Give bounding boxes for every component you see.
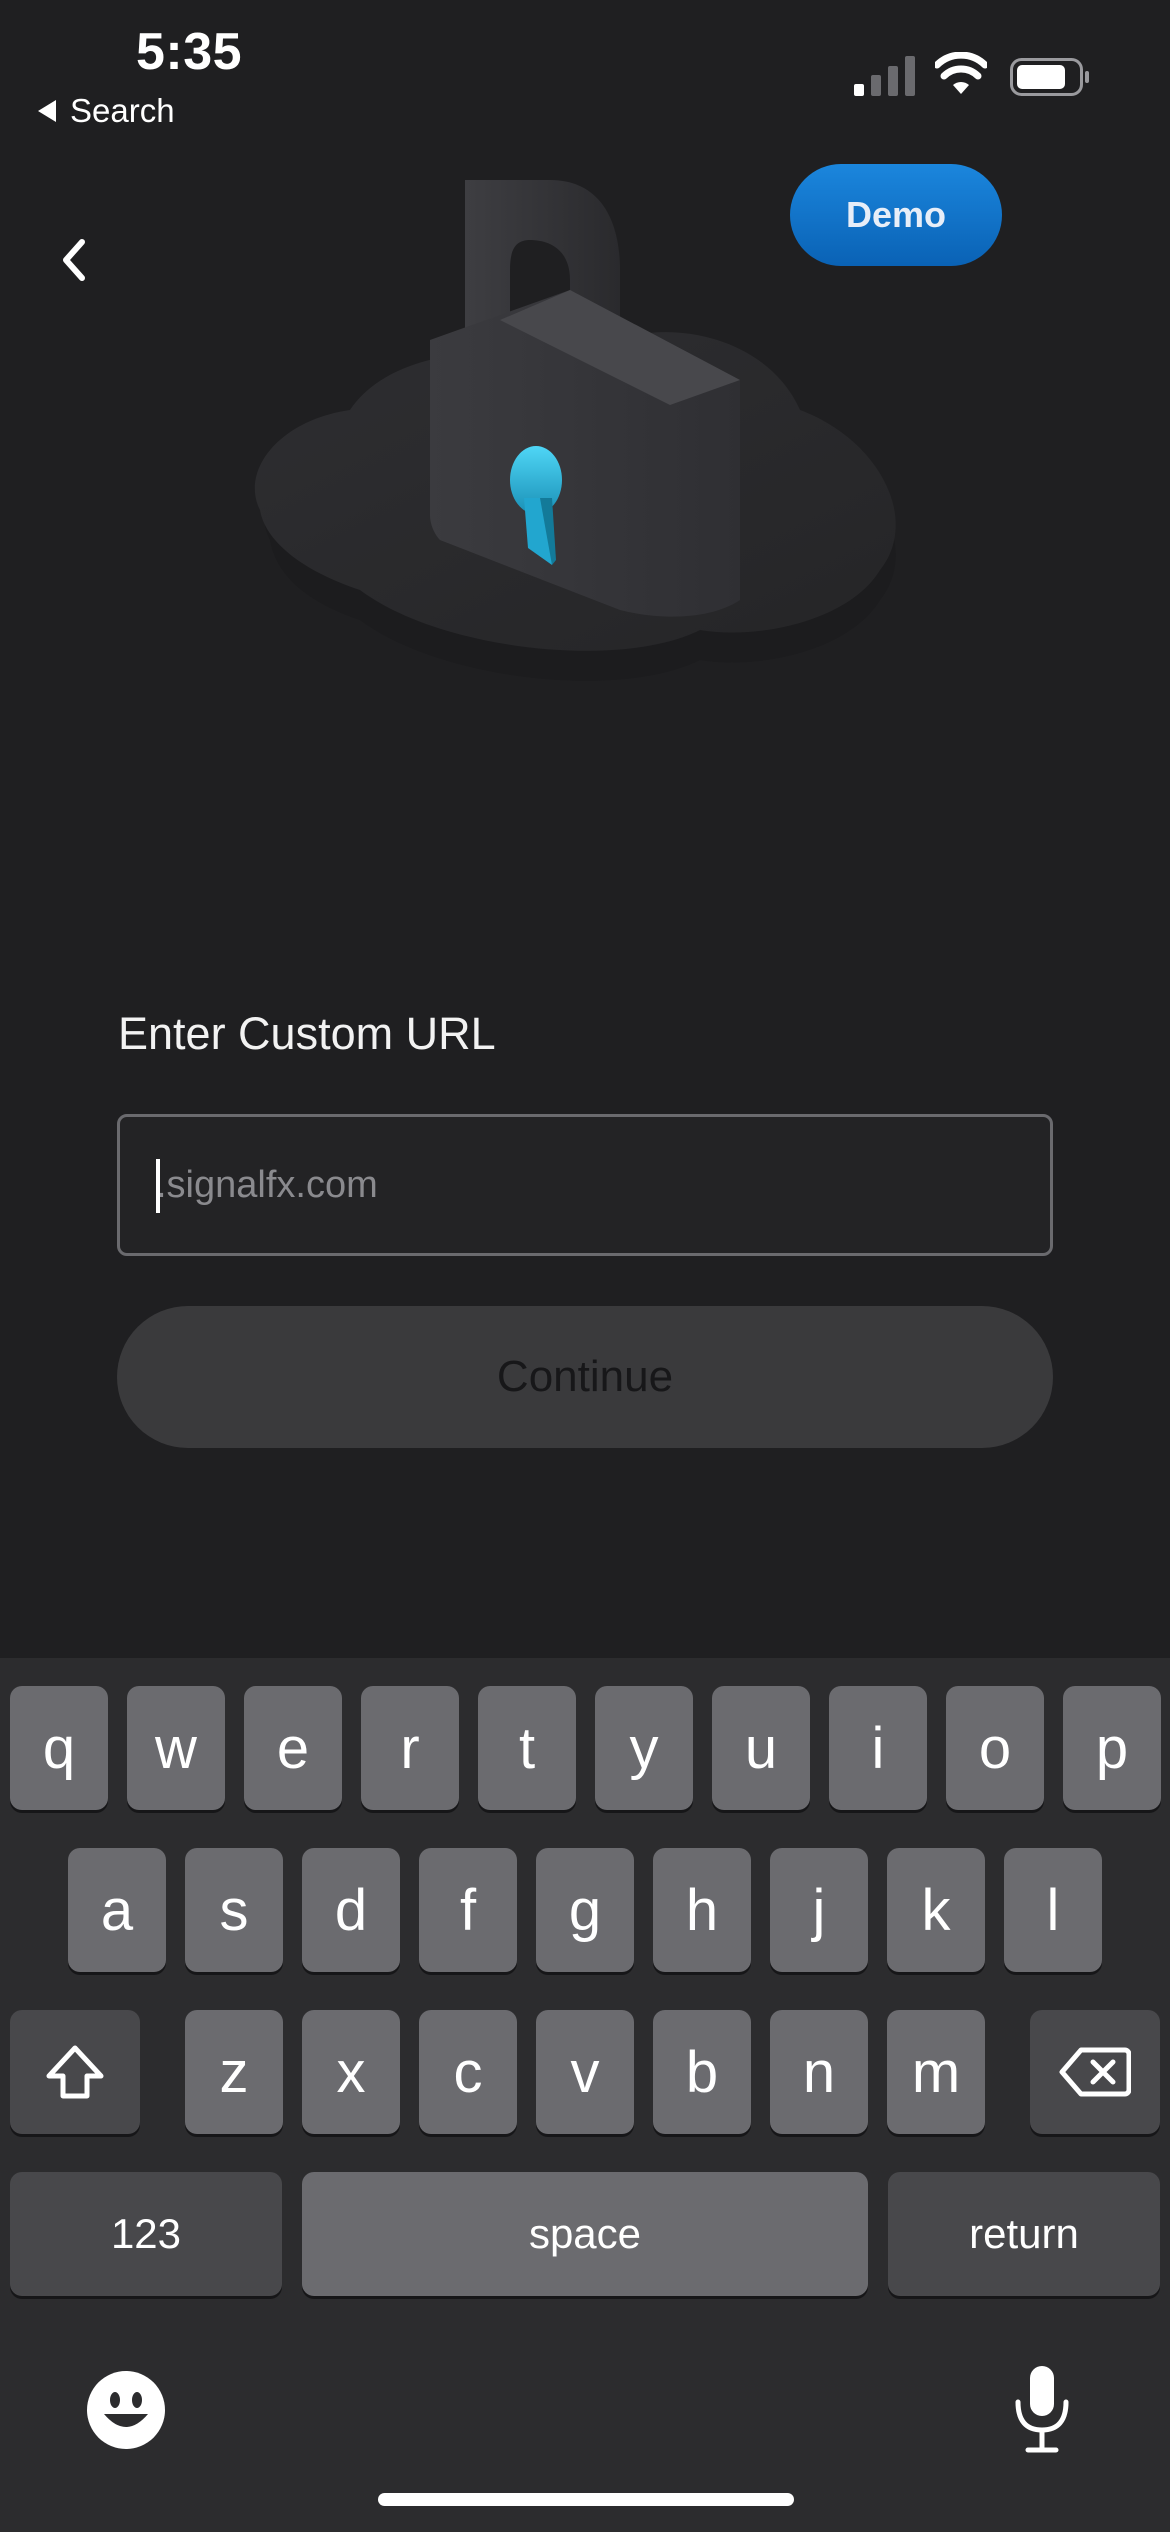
key-u[interactable]: u (712, 1686, 810, 1810)
key-p[interactable]: p (1063, 1686, 1161, 1810)
key-r[interactable]: r (361, 1686, 459, 1810)
key-n[interactable]: n (770, 2010, 868, 2134)
key-q[interactable]: q (10, 1686, 108, 1810)
key-g[interactable]: g (536, 1848, 634, 1972)
numbers-key[interactable]: 123 (10, 2172, 282, 2296)
custom-url-input[interactable] (120, 1117, 1050, 1253)
demo-button[interactable]: Demo (790, 164, 1002, 266)
space-key[interactable]: space (302, 2172, 868, 2296)
back-to-search-link[interactable]: Search (38, 92, 175, 130)
chevron-left-icon[interactable] (52, 232, 96, 288)
battery-icon (1010, 58, 1089, 96)
key-k[interactable]: k (887, 1848, 985, 1972)
padlock-cloud-illustration (254, 180, 896, 681)
back-to-search-label: Search (70, 92, 175, 129)
key-a[interactable]: a (68, 1848, 166, 1972)
home-indicator[interactable] (378, 2493, 794, 2506)
emoji-icon[interactable] (86, 2370, 166, 2450)
shift-icon (46, 2045, 104, 2099)
key-y[interactable]: y (595, 1686, 693, 1810)
key-m[interactable]: m (887, 2010, 985, 2134)
microphone-icon[interactable] (1010, 2364, 1074, 2454)
key-s[interactable]: s (185, 1848, 283, 1972)
key-j[interactable]: j (770, 1848, 868, 1972)
return-key-label: return (969, 2210, 1079, 2257)
space-key-label: space (528, 2210, 642, 2257)
return-key[interactable]: return (888, 2172, 1160, 2296)
key-w[interactable]: w (127, 1686, 225, 1810)
numbers-key-label: 123 (110, 2210, 182, 2257)
cellular-signal-icon (854, 56, 915, 96)
screen: 5:35 Search Demo Enter Custom URL .signa… (0, 0, 1170, 2532)
key-h[interactable]: h (653, 1848, 751, 1972)
key-d[interactable]: d (302, 1848, 400, 1972)
back-triangle-icon (38, 100, 56, 122)
key-l[interactable]: l (1004, 1848, 1102, 1972)
page-title: Enter Custom URL (118, 1008, 496, 1059)
continue-button[interactable]: Continue (117, 1306, 1053, 1448)
key-x[interactable]: x (302, 2010, 400, 2134)
key-z[interactable]: z (185, 2010, 283, 2134)
key-e[interactable]: e (244, 1686, 342, 1810)
wifi-icon (935, 52, 987, 94)
shift-key[interactable] (10, 2010, 140, 2134)
key-f[interactable]: f (419, 1848, 517, 1972)
key-o[interactable]: o (946, 1686, 1044, 1810)
key-v[interactable]: v (536, 2010, 634, 2134)
text-caret (156, 1159, 160, 1213)
custom-url-field[interactable] (117, 1114, 1053, 1256)
delete-key[interactable] (1030, 2010, 1160, 2134)
key-b[interactable]: b (653, 2010, 751, 2134)
backspace-icon (1059, 2047, 1131, 2097)
key-c[interactable]: c (419, 2010, 517, 2134)
key-i[interactable]: i (829, 1686, 927, 1810)
status-time: 5:35 (136, 23, 243, 81)
key-t[interactable]: t (478, 1686, 576, 1810)
